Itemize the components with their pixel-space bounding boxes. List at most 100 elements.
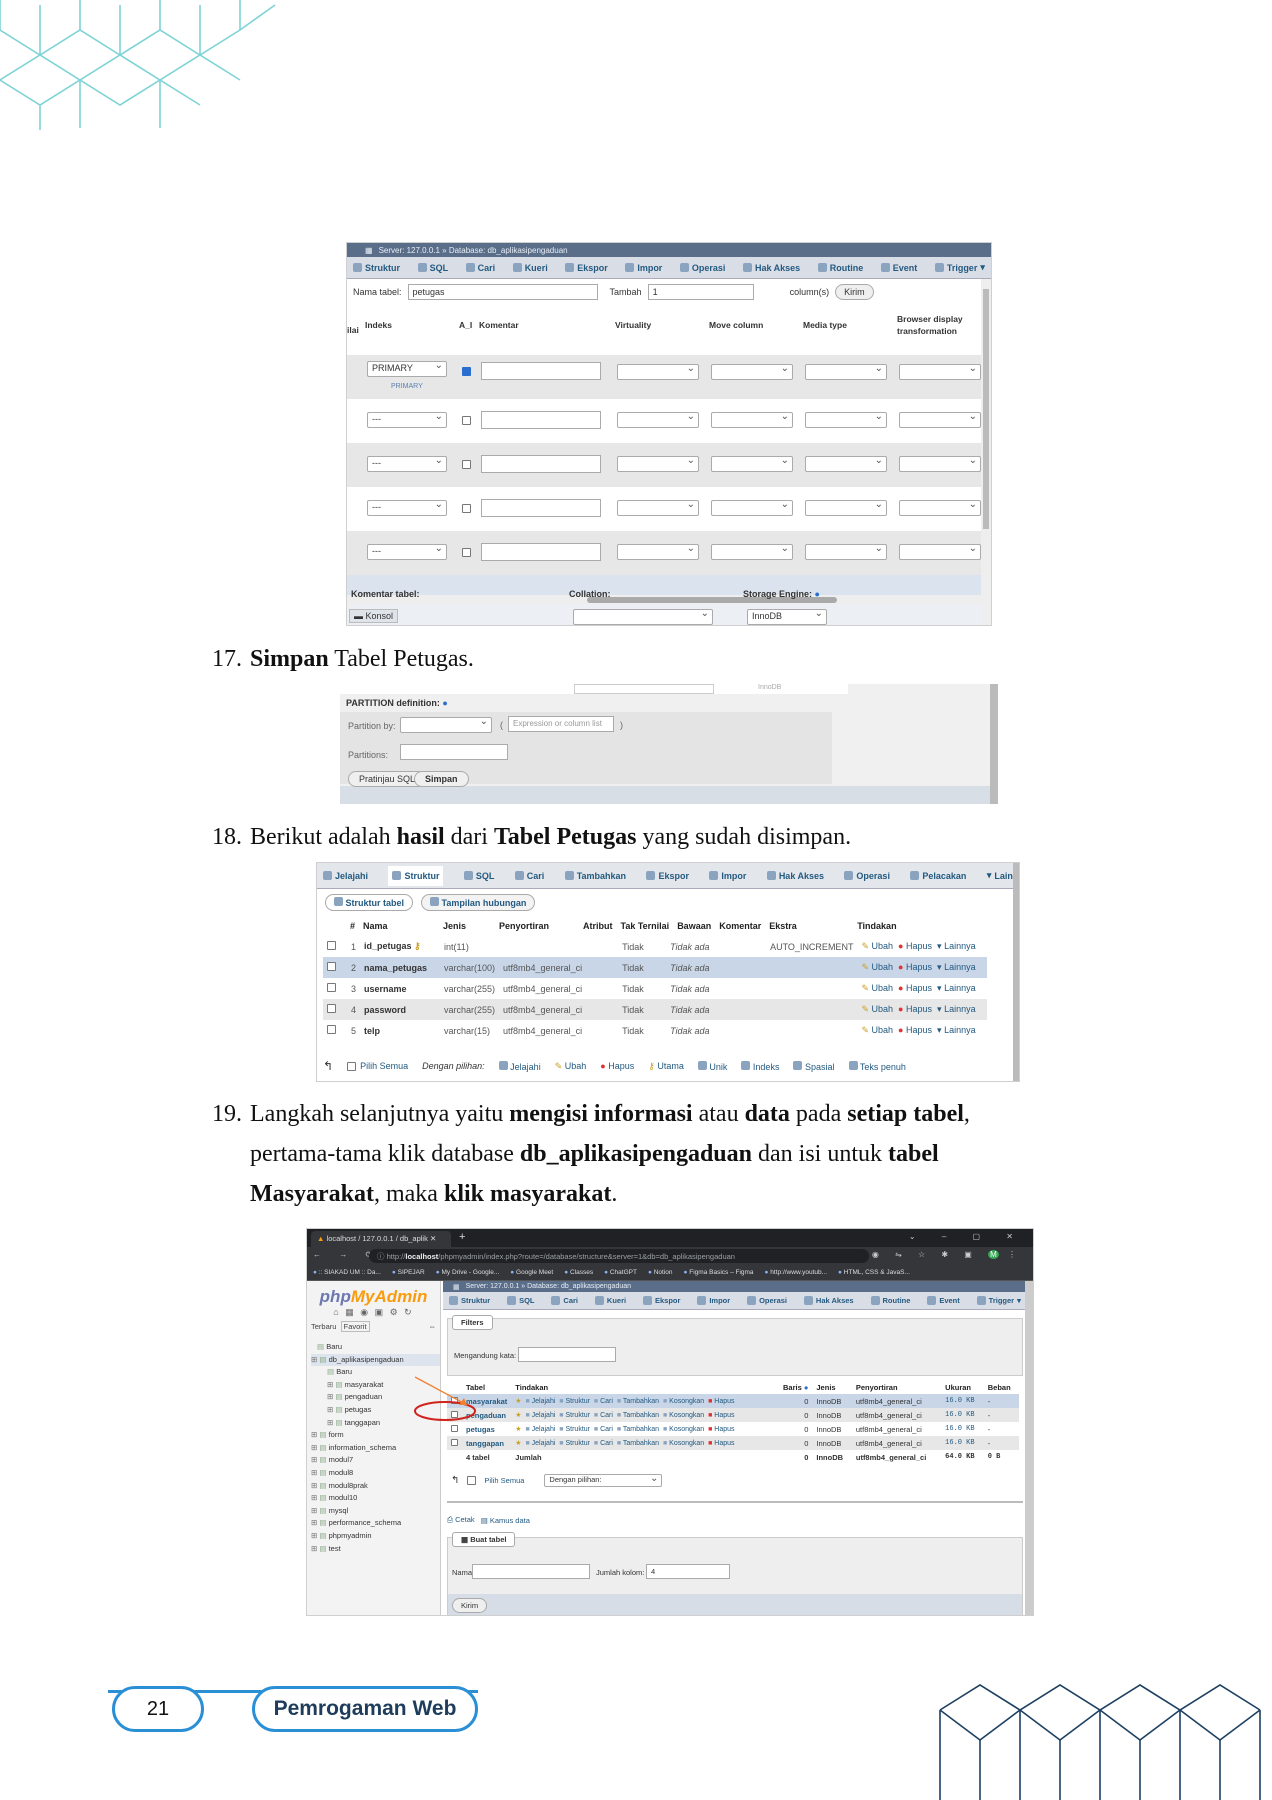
- bulk-primary[interactable]: ⚷ Utama: [648, 1061, 684, 1072]
- edit-action[interactable]: ✎ Ubah: [861, 962, 893, 972]
- row-checkbox[interactable]: [327, 1025, 336, 1034]
- tab-ekspor[interactable]: Ekspor: [565, 263, 608, 273]
- tab-impor[interactable]: Impor: [709, 871, 746, 881]
- ai-checkbox[interactable]: [462, 416, 471, 425]
- tab-hak-akses[interactable]: Hak Akses: [766, 871, 824, 881]
- transformation-select[interactable]: [899, 411, 981, 428]
- index-select[interactable]: ---: [367, 455, 447, 472]
- bulk-unique[interactable]: Unik: [697, 1060, 727, 1072]
- delete-action[interactable]: ● Hapus: [898, 983, 932, 993]
- comment-input[interactable]: [481, 362, 601, 380]
- column-name[interactable]: id_petugas: [364, 941, 412, 951]
- row-checkbox[interactable]: [327, 983, 336, 992]
- comment-input[interactable]: [481, 499, 601, 517]
- comment-input[interactable]: [481, 543, 601, 561]
- transformation-select[interactable]: [899, 543, 981, 560]
- subtab-tampilan-hubungan[interactable]: Tampilan hubungan: [421, 893, 536, 911]
- delete-action[interactable]: ● Hapus: [898, 962, 932, 972]
- save-button[interactable]: Simpan: [414, 771, 469, 787]
- delete-action[interactable]: ● Hapus: [898, 941, 932, 951]
- column-name[interactable]: telp: [364, 1026, 380, 1036]
- ai-checkbox[interactable]: [462, 367, 471, 376]
- tab-event[interactable]: Event: [880, 263, 917, 273]
- edit-action[interactable]: ✎ Ubah: [861, 1025, 893, 1035]
- subtab-struktur-tabel[interactable]: Struktur tabel: [325, 893, 414, 911]
- column-name[interactable]: nama_petugas: [364, 963, 427, 973]
- tab-cari[interactable]: Cari: [465, 263, 495, 273]
- move-column-select[interactable]: [711, 499, 793, 516]
- edit-action[interactable]: ✎ Ubah: [861, 941, 893, 951]
- move-column-select[interactable]: [711, 411, 793, 428]
- bulk-edit[interactable]: ✎ Ubah: [555, 1061, 587, 1072]
- tab-ekspor[interactable]: Ekspor: [646, 871, 689, 881]
- more-action[interactable]: ▾ Lainnya: [937, 1004, 976, 1014]
- tab-routine[interactable]: Routine: [817, 263, 863, 273]
- media-type-select[interactable]: [805, 499, 887, 516]
- index-select[interactable]: ---: [367, 499, 447, 516]
- tab-trigger[interactable]: Trigger ▾: [934, 262, 985, 273]
- virtuality-select[interactable]: [617, 499, 699, 516]
- media-type-select[interactable]: [805, 363, 887, 380]
- virtuality-select[interactable]: [617, 363, 699, 380]
- edit-action[interactable]: ✎ Ubah: [861, 983, 893, 993]
- ai-checkbox[interactable]: [462, 548, 471, 557]
- tab-sql[interactable]: SQL: [463, 871, 494, 881]
- index-select[interactable]: ---: [367, 543, 447, 560]
- row-checkbox[interactable]: [327, 1004, 336, 1013]
- kirim-button[interactable]: Kirim: [835, 284, 874, 300]
- comment-input[interactable]: [481, 455, 601, 473]
- tab-operasi[interactable]: Operasi: [844, 871, 890, 881]
- scrollbar[interactable]: [990, 684, 998, 804]
- index-select[interactable]: ---: [367, 411, 447, 428]
- media-type-select[interactable]: [805, 543, 887, 560]
- media-type-select[interactable]: [805, 455, 887, 472]
- comment-input[interactable]: [481, 411, 601, 429]
- transformation-select[interactable]: [899, 499, 981, 516]
- tab-hak-akses[interactable]: Hak Akses: [742, 263, 800, 273]
- bulk-index[interactable]: Indeks: [741, 1060, 779, 1072]
- bulk-fulltext[interactable]: Teks penuh: [848, 1060, 906, 1072]
- horizontal-scrollbar[interactable]: [347, 595, 981, 605]
- scrollbar[interactable]: [1013, 863, 1019, 1081]
- column-name[interactable]: username: [364, 984, 407, 994]
- move-column-select[interactable]: [711, 455, 793, 472]
- move-column-select[interactable]: [711, 363, 793, 380]
- tab-kueri[interactable]: Kueri: [512, 263, 548, 273]
- move-column-select[interactable]: [711, 543, 793, 560]
- transformation-select[interactable]: [899, 455, 981, 472]
- index-select[interactable]: PRIMARY: [367, 360, 447, 377]
- expression-input[interactable]: Expression or column list: [508, 716, 614, 732]
- tab-operasi[interactable]: Operasi: [679, 263, 725, 273]
- row-checkbox[interactable]: [327, 962, 336, 971]
- bulk-delete[interactable]: ● Hapus: [600, 1061, 634, 1071]
- tab-lain[interactable]: ▾ Lain: [987, 870, 1013, 881]
- select-all-checkbox[interactable]: [347, 1061, 357, 1071]
- table-name-input[interactable]: petugas: [407, 284, 598, 300]
- delete-action[interactable]: ● Hapus: [898, 1025, 932, 1035]
- more-action[interactable]: ▾ Lainnya: [937, 941, 976, 951]
- transformation-select[interactable]: [899, 363, 981, 380]
- tab-pelacakan[interactable]: Pelacakan: [910, 871, 966, 881]
- collation-select[interactable]: [573, 608, 713, 625]
- tab-struktur[interactable]: Struktur: [353, 263, 400, 273]
- partitions-input[interactable]: [400, 744, 508, 760]
- add-count-input[interactable]: 1: [647, 284, 754, 300]
- bulk-spatial[interactable]: Spasial: [793, 1060, 835, 1072]
- media-type-select[interactable]: [805, 411, 887, 428]
- tab-cari[interactable]: Cari: [514, 871, 544, 881]
- engine-select[interactable]: InnoDB: [747, 608, 827, 625]
- partition-by-select[interactable]: [400, 716, 492, 733]
- virtuality-select[interactable]: [617, 411, 699, 428]
- tab-jelajahi[interactable]: Jelajahi: [323, 871, 368, 881]
- vertical-scrollbar[interactable]: [981, 279, 991, 625]
- ai-checkbox[interactable]: [462, 460, 471, 469]
- virtuality-select[interactable]: [617, 455, 699, 472]
- ai-checkbox[interactable]: [462, 504, 471, 513]
- more-action[interactable]: ▾ Lainnya: [937, 962, 976, 972]
- virtuality-select[interactable]: [617, 543, 699, 560]
- row-checkbox[interactable]: [327, 941, 336, 950]
- select-all-label[interactable]: Pilih Semua: [360, 1061, 408, 1071]
- bulk-browse[interactable]: Jelajahi: [498, 1060, 541, 1072]
- tab-sql[interactable]: SQL: [417, 263, 448, 273]
- edit-action[interactable]: ✎ Ubah: [861, 1004, 893, 1014]
